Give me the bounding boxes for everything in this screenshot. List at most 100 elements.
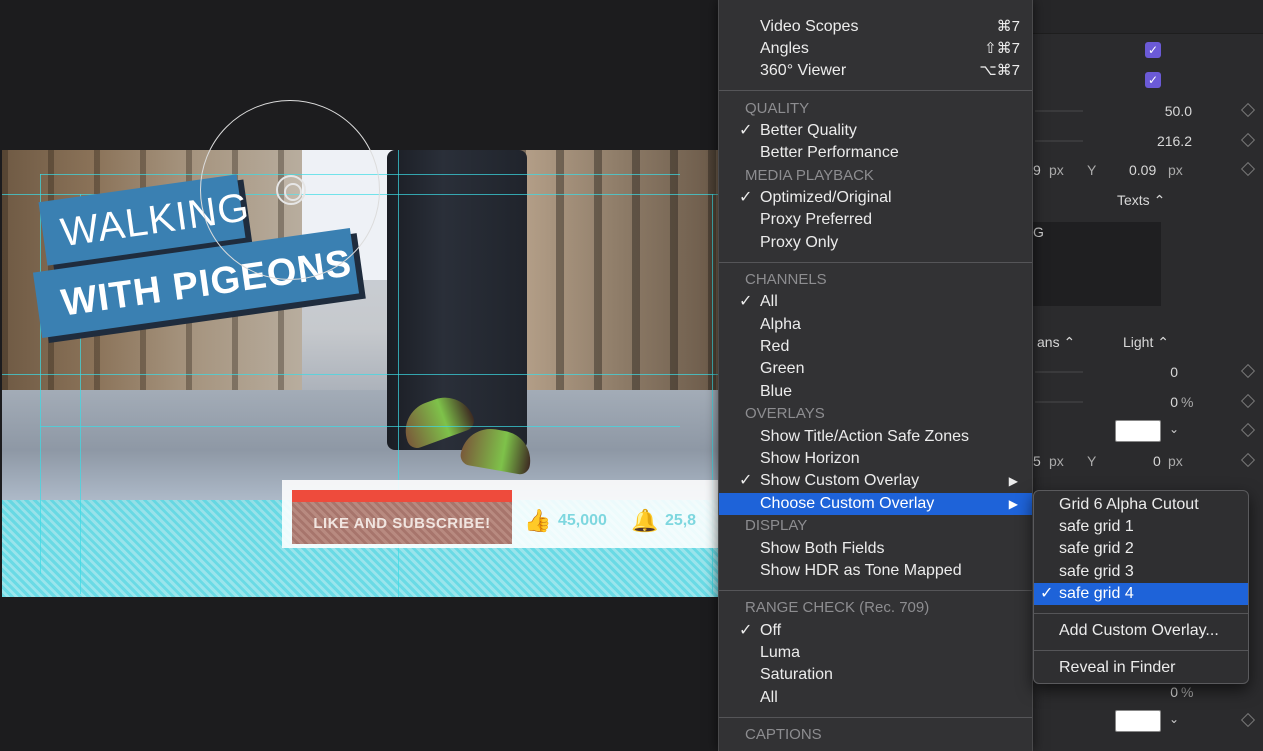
viewer-panel: WALKING WITH PIGEONS LIKE AND SUBSCRIBE!… [0, 0, 720, 751]
menu-separator [719, 717, 1032, 718]
offset-x-field[interactable]: 5 [1033, 453, 1041, 469]
checkmark-icon: ✓ [739, 622, 753, 639]
text-entry-box[interactable]: G [1031, 222, 1161, 306]
menu-item-channel-green[interactable]: Green [719, 358, 1032, 380]
checkmark-icon: ✓ [739, 122, 753, 139]
keyframe-icon[interactable] [1240, 452, 1256, 468]
shortcut: ⌘7 [996, 18, 1020, 35]
menu-item-range-saturation[interactable]: Saturation [719, 664, 1032, 686]
menu-item-video-scopes[interactable]: Video Scopes ⌘7 [719, 16, 1032, 38]
submenu-item-add-custom-overlay[interactable]: Add Custom Overlay... [1034, 620, 1248, 642]
menu-header-range-check: RANGE CHECK (Rec. 709) [745, 599, 930, 616]
color-swatch[interactable] [1115, 710, 1161, 732]
menu-separator [1034, 613, 1248, 614]
menu-item-show-hdr-tone-mapped[interactable]: Show HDR as Tone Mapped [719, 560, 1032, 582]
keyframe-icon[interactable] [1240, 161, 1256, 177]
offset-y-field[interactable]: 0 [1153, 453, 1161, 469]
menu-item-range-all[interactable]: All [719, 687, 1032, 709]
overlay-grid-line [2, 374, 718, 375]
submenu-item-safe-grid-3[interactable]: safe grid 3 [1034, 561, 1248, 583]
submenu-item-safe-grid-4[interactable]: ✓ safe grid 4 [1034, 583, 1248, 605]
value-slider[interactable] [1035, 371, 1083, 373]
menu-item-channel-blue[interactable]: Blue [719, 381, 1032, 403]
value-field[interactable]: 50.0 [1165, 103, 1192, 119]
submenu-arrow-icon: ▶ [1008, 474, 1018, 488]
checkmark-icon: ✓ [739, 189, 753, 206]
chevron-down-icon[interactable]: ⌄ [1169, 712, 1179, 726]
menu-item-better-quality[interactable]: ✓ Better Quality [719, 120, 1032, 142]
view-options-menu: Video Scopes ⌘7 Angles ⇧⌘7 360° Viewer ⌥… [718, 0, 1033, 751]
menu-separator [719, 90, 1032, 91]
unit-label: px [1168, 162, 1183, 178]
menu-item-show-horizon[interactable]: Show Horizon [719, 448, 1032, 470]
menu-item-optimized-original[interactable]: ✓ Optimized/Original [719, 187, 1032, 209]
keyframe-icon[interactable] [1240, 422, 1256, 438]
menu-item-show-safe-zones[interactable]: Show Title/Action Safe Zones [719, 426, 1032, 448]
menu-item-better-performance[interactable]: Better Performance [719, 142, 1032, 164]
keyframe-icon[interactable] [1240, 132, 1256, 148]
y-label: Y [1087, 453, 1097, 469]
checkmark-icon: ✓ [1040, 585, 1054, 602]
submenu-item-safe-grid-1[interactable]: safe grid 1 [1034, 516, 1248, 538]
enable-checkbox[interactable]: ✓ [1145, 42, 1161, 58]
value-slider[interactable] [1035, 401, 1083, 403]
menu-item-range-off[interactable]: ✓ Off [719, 620, 1032, 642]
menu-item-choose-custom-overlay[interactable]: Choose Custom Overlay ▶ [719, 493, 1032, 515]
inspector-row: 216.2 [1031, 126, 1263, 156]
menu-item-proxy-only[interactable]: Proxy Only [719, 232, 1032, 254]
shortcut: ⇧⌘7 [984, 40, 1020, 57]
value-field[interactable]: 216.2 [1157, 133, 1192, 149]
menu-header-quality: QUALITY [745, 100, 810, 117]
shortcut: ⌥⌘7 [979, 62, 1020, 79]
position-y-field[interactable]: 0.09 [1129, 162, 1156, 178]
menu-item-channel-red[interactable]: Red [719, 336, 1032, 358]
submenu-item-safe-grid-2[interactable]: safe grid 2 [1034, 538, 1248, 560]
lower-third-red-strip [292, 490, 512, 502]
transform-puck[interactable] [276, 175, 306, 205]
y-label: Y [1087, 162, 1097, 178]
subscribe-text: LIKE AND SUBSCRIBE! [313, 514, 491, 532]
menu-header-display: DISPLAY [745, 517, 808, 534]
checkmark-icon: ✓ [739, 293, 753, 310]
keyframe-icon[interactable] [1240, 363, 1256, 379]
texts-popup[interactable]: Texts ⌃ [1117, 192, 1165, 209]
overlay-grid-line [40, 426, 680, 427]
submenu-arrow-icon: ▶ [1008, 497, 1018, 511]
inspector-row: ⌄ [1031, 416, 1263, 446]
enable-checkbox[interactable]: ✓ [1145, 72, 1161, 88]
bell-icon: 🔔 [631, 508, 659, 533]
unit-label: px [1049, 162, 1064, 178]
color-swatch[interactable] [1115, 420, 1161, 442]
menu-header-overlays: OVERLAYS [745, 405, 825, 422]
overlay-grid-line [40, 174, 41, 574]
menu-separator [719, 262, 1032, 263]
menu-item-channel-alpha[interactable]: Alpha [719, 314, 1032, 336]
menu-item-angles[interactable]: Angles ⇧⌘7 [719, 38, 1032, 60]
menu-header-media-playback: MEDIA PLAYBACK [745, 167, 874, 184]
menu-item-channel-all[interactable]: ✓ All [719, 291, 1032, 313]
value-field[interactable]: 0 [1170, 364, 1178, 380]
weight-popup[interactable]: Light ⌃ [1123, 334, 1169, 351]
inspector-row: ⌄ [1031, 706, 1263, 736]
menu-item-show-both-fields[interactable]: Show Both Fields [719, 538, 1032, 560]
menu-item-360-viewer[interactable]: 360° Viewer ⌥⌘7 [719, 60, 1032, 82]
submenu-item-reveal-in-finder[interactable]: Reveal in Finder [1034, 657, 1248, 679]
font-popup[interactable]: ans ⌃ [1037, 334, 1075, 351]
position-x-field[interactable]: 9 [1033, 162, 1041, 178]
inspector-header [1031, 0, 1263, 34]
unit-label: px [1168, 453, 1183, 469]
chevron-down-icon[interactable]: ⌄ [1169, 422, 1179, 436]
keyframe-icon[interactable] [1240, 393, 1256, 409]
unit-label: % [1181, 684, 1194, 700]
keyframe-icon[interactable] [1240, 102, 1256, 118]
value-field[interactable]: 0 [1170, 394, 1178, 410]
menu-item-show-custom-overlay[interactable]: ✓ Show Custom Overlay ▶ [719, 470, 1032, 492]
social-counts: 👍 45,000 🔔 25,8 [524, 508, 696, 534]
value-slider[interactable] [1035, 110, 1083, 112]
submenu-item-grid-6-alpha-cutout[interactable]: Grid 6 Alpha Cutout [1034, 494, 1248, 516]
value-field[interactable]: 0 [1170, 684, 1178, 700]
value-slider[interactable] [1035, 140, 1083, 142]
menu-item-range-luma[interactable]: Luma [719, 642, 1032, 664]
keyframe-icon[interactable] [1240, 712, 1256, 728]
menu-item-proxy-preferred[interactable]: Proxy Preferred [719, 209, 1032, 231]
